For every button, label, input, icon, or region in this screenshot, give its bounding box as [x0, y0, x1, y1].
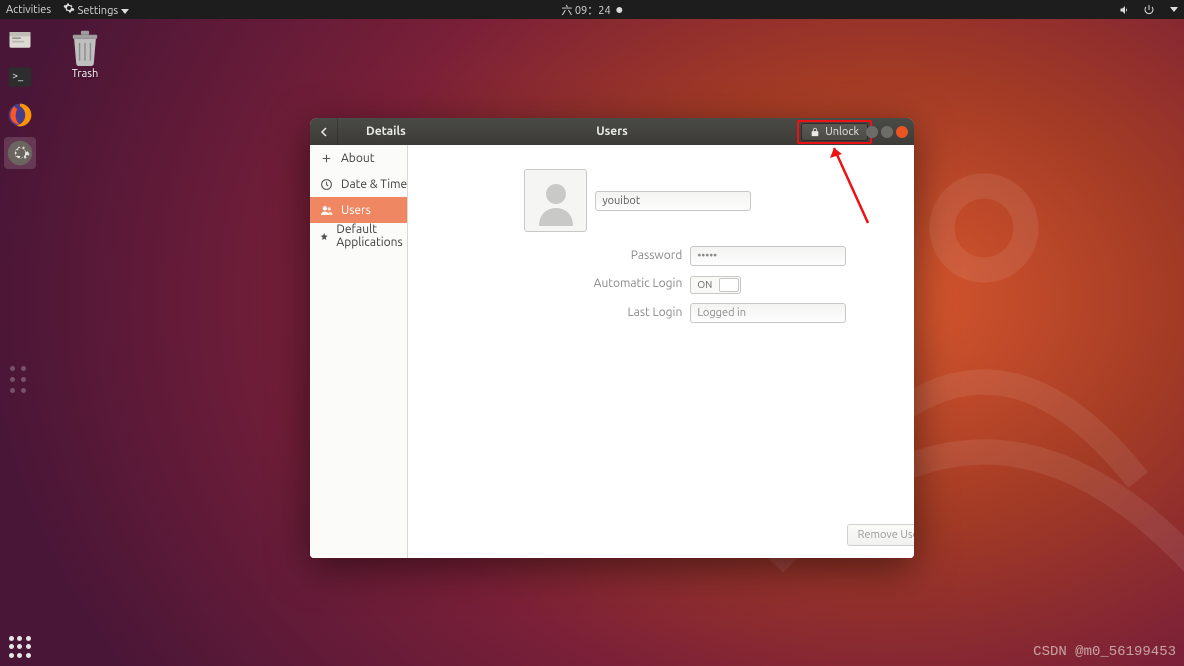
users-icon [320, 204, 333, 217]
dock-item-terminal[interactable]: >_ [4, 61, 36, 93]
terminal-icon: >_ [6, 63, 34, 91]
gnome-top-bar: Activities Settings 六 09：24 [0, 0, 1184, 19]
window-titlebar: Details Users Unlock [310, 118, 914, 145]
desktop-icon-label: Trash [60, 68, 110, 80]
sidebar-item-label: Default Applications [336, 223, 407, 249]
breadcrumb-section: Details [366, 125, 406, 138]
toggle-knob [719, 278, 739, 292]
watermark: CSDN @m0_56199453 [1033, 644, 1176, 660]
power-icon[interactable] [1143, 4, 1155, 16]
star-icon [320, 230, 328, 243]
remove-user-button[interactable]: Remove User… [847, 524, 914, 546]
details-sidebar: About Date & Time Users Default Applicat… [310, 145, 408, 558]
password-label: Password [408, 249, 690, 262]
unlock-button[interactable]: Unlock [801, 123, 868, 141]
avatar-placeholder-icon [531, 176, 581, 226]
auto-login-label: Automatic Login [408, 277, 690, 290]
maximize-button[interactable] [881, 126, 893, 138]
gear-icon [63, 2, 75, 14]
username-input[interactable] [595, 191, 751, 211]
sidebar-item-label: About [341, 152, 374, 165]
minimize-button[interactable] [866, 126, 878, 138]
sidebar-item-about[interactable]: About [310, 145, 407, 171]
dock-item-firefox[interactable] [4, 99, 36, 131]
password-field[interactable] [690, 246, 846, 266]
svg-text:>_: >_ [12, 69, 24, 81]
toggle-state-label: ON [691, 279, 718, 290]
sidebar-item-label: Users [341, 204, 371, 217]
sidebar-item-label: Date & Time [341, 178, 407, 191]
clock-icon [320, 178, 333, 191]
auto-login-toggle[interactable]: ON [690, 276, 741, 294]
activities-button[interactable]: Activities [6, 4, 51, 16]
firefox-icon [6, 101, 34, 129]
plus-icon [320, 152, 333, 165]
settings-window: Details Users Unlock About Date & Time [310, 118, 914, 558]
trash-icon [65, 28, 105, 66]
desktop-icon-trash[interactable]: Trash [60, 28, 110, 80]
unlock-highlight: Unlock [797, 120, 872, 144]
last-login-field [690, 303, 846, 323]
chevron-left-icon [319, 127, 329, 137]
dock: >_ [0, 19, 40, 666]
system-menu-toggle[interactable] [1170, 7, 1178, 12]
last-login-label: Last Login [408, 306, 690, 319]
close-button[interactable] [896, 126, 908, 138]
users-panel: Password Automatic Login ON Last Login [408, 145, 914, 558]
sidebar-item-users[interactable]: Users [310, 197, 407, 223]
sidebar-item-datetime[interactable]: Date & Time [310, 171, 407, 197]
window-controls [866, 126, 908, 138]
clock[interactable]: 六 09：24 [561, 2, 622, 18]
unlock-button-label: Unlock [825, 126, 859, 138]
dock-item-settings[interactable] [4, 137, 36, 169]
notification-dot-icon [617, 7, 623, 13]
app-menu[interactable]: Settings [63, 2, 129, 17]
user-avatar[interactable] [524, 169, 587, 232]
sidebar-item-default-apps[interactable]: Default Applications [310, 223, 407, 249]
lock-icon [810, 127, 820, 137]
settings-icon [6, 139, 34, 167]
window-title: Users [596, 125, 628, 138]
back-button[interactable] [310, 118, 338, 145]
dock-item-files[interactable] [4, 23, 36, 55]
volume-icon[interactable] [1119, 4, 1131, 16]
file-manager-icon [6, 25, 34, 53]
